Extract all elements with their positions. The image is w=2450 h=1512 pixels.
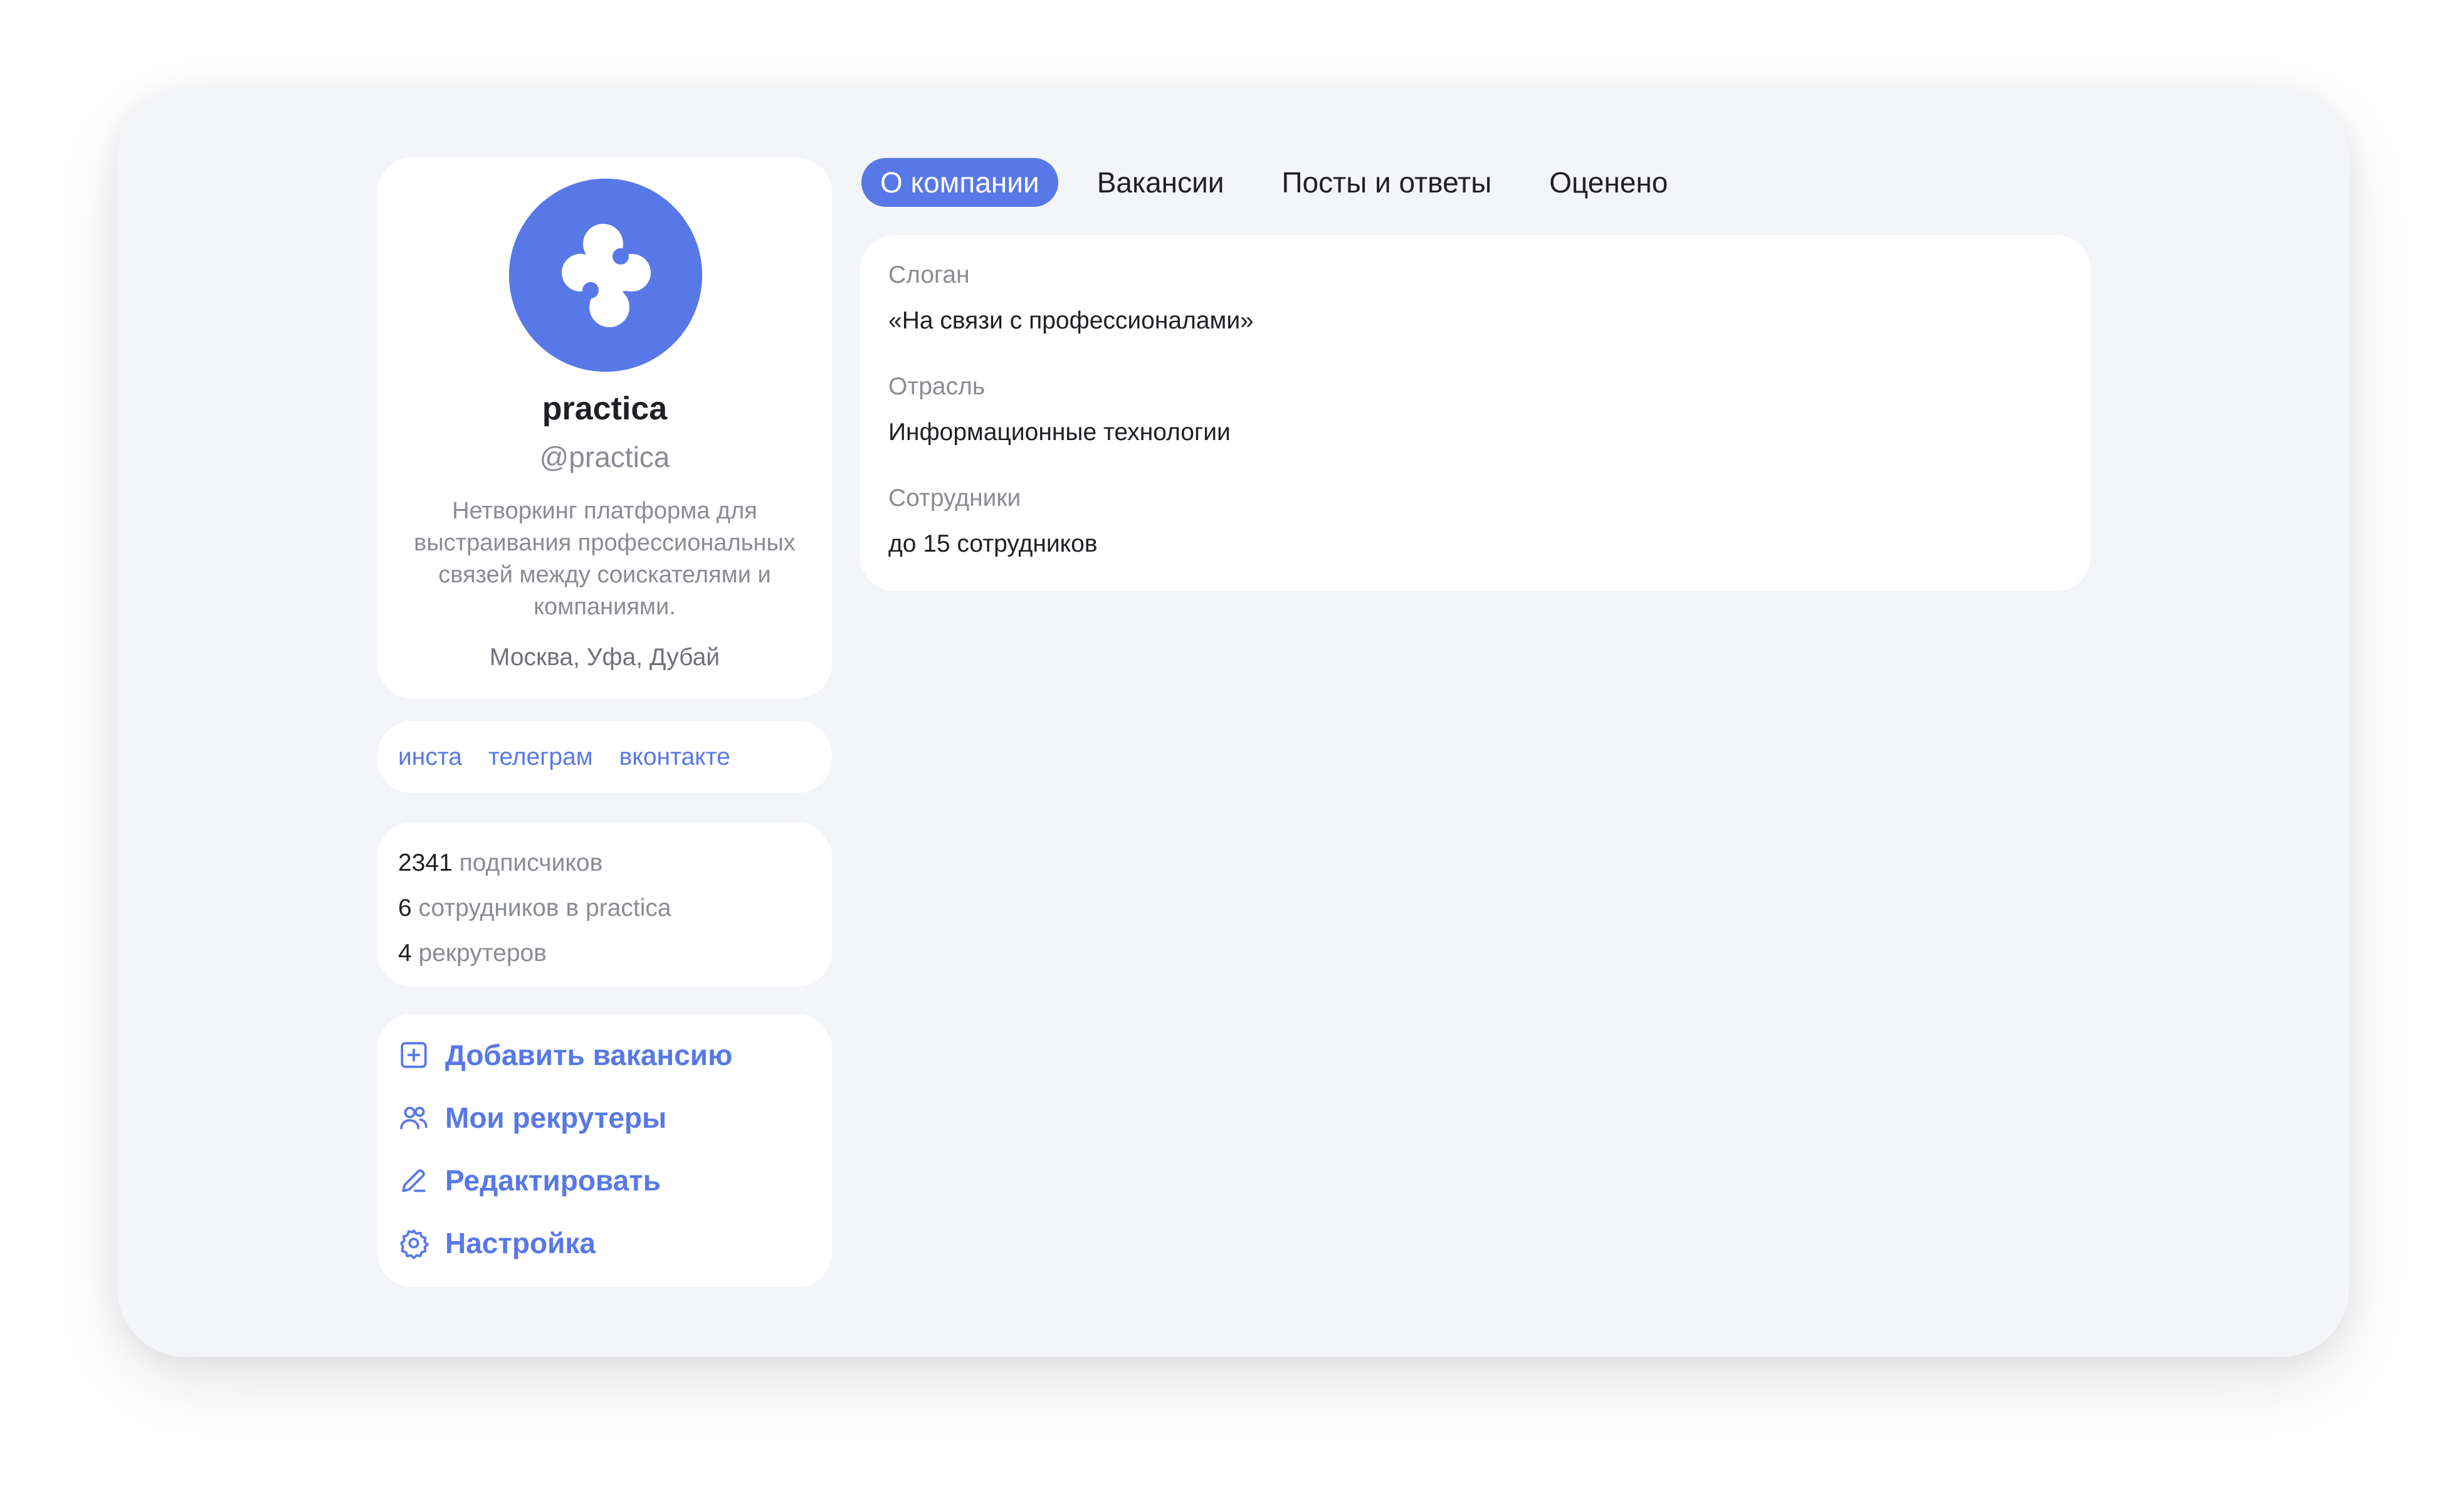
social-link-instagram[interactable]: инста: [398, 743, 462, 771]
about-company-card: Слоган «На связи с профессионалами» Отра…: [860, 235, 2091, 591]
employees-value: до 15 сотрудников: [888, 530, 1098, 557]
slogan-value: «На связи с профессионалами»: [888, 307, 1254, 334]
stat-employees-label: сотрудников в practica: [418, 895, 671, 921]
tab-vacancies[interactable]: Вакансии: [1078, 158, 1243, 207]
company-description: Нетворкинг платформа для выстраивания пр…: [414, 498, 796, 620]
stat-recruiters-label: рекрутеров: [418, 940, 547, 967]
settings-label: Настройка: [445, 1227, 596, 1259]
edit-button[interactable]: Редактировать: [398, 1158, 661, 1202]
tab-about-company[interactable]: О компании: [861, 158, 1058, 207]
add-vacancy-label: Добавить вакансию: [445, 1039, 733, 1071]
users-icon: [398, 1102, 429, 1133]
stat-recruiters[interactable]: 4 рекрутеров: [398, 940, 547, 967]
app-window: practica @practica Нетворкинг платформа …: [117, 88, 2349, 1357]
practica-logo-icon: [509, 179, 702, 372]
plus-square-icon: [398, 1039, 429, 1071]
company-name: practica: [542, 391, 668, 427]
stat-followers[interactable]: 2341 подписчиков: [398, 849, 602, 877]
tab-posts-and-replies[interactable]: Посты и ответы: [1263, 158, 1510, 207]
settings-button[interactable]: Настройка: [398, 1221, 596, 1265]
tab-rated[interactable]: Оценено: [1530, 158, 1686, 207]
my-recruiters-button[interactable]: Мои рекрутеры: [398, 1096, 666, 1140]
add-vacancy-button[interactable]: Добавить вакансию: [398, 1033, 732, 1077]
company-stats-card: 2341 подписчиков 6 сотрудников в practic…: [377, 822, 832, 987]
stat-employees[interactable]: 6 сотрудников в practica: [398, 895, 671, 922]
profile-tabs: О компании Вакансии Посты и ответы Оцене…: [861, 158, 1706, 207]
company-actions-card: Добавить вакансию Мои рекрутеры Редактир…: [377, 1014, 832, 1287]
company-profile-card: practica @practica Нетворкинг платформа …: [377, 158, 832, 698]
stat-followers-label: подписчиков: [459, 849, 603, 876]
industry-label: Отрасль: [888, 373, 986, 400]
industry-value: Информационные технологии: [888, 419, 1231, 446]
pencil-icon: [398, 1165, 429, 1196]
social-link-telegram[interactable]: телеграм: [488, 743, 593, 771]
edit-label: Редактировать: [445, 1164, 661, 1197]
stat-followers-count: 2341: [398, 849, 453, 876]
social-link-vkontakte[interactable]: вконтакте: [619, 743, 730, 771]
gear-icon: [398, 1227, 429, 1259]
company-handle: @practica: [539, 441, 670, 473]
employees-label: Сотрудники: [888, 485, 1021, 512]
stat-employees-count: 6: [398, 895, 412, 921]
my-recruiters-label: Мои рекрутеры: [445, 1101, 667, 1134]
company-location: Москва, Уфа, Дубай: [489, 644, 720, 671]
social-links-card: инста телеграм вконтакте: [377, 721, 832, 793]
slogan-label: Слоган: [888, 261, 970, 288]
stat-recruiters-count: 4: [398, 940, 412, 967]
